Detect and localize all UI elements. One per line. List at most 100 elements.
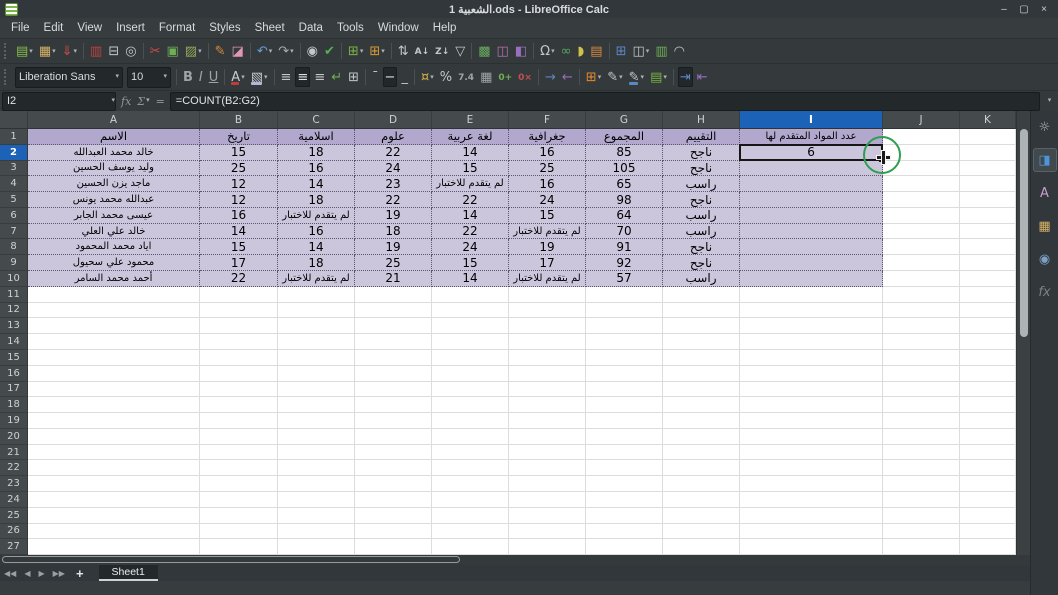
cell-F4[interactable]: 16 — [509, 176, 586, 192]
cell-A9[interactable]: محمود علي سحيول — [28, 255, 200, 271]
formula-button[interactable]: = — [153, 92, 168, 110]
cell-E4[interactable]: لم يتقدم للاختبار — [432, 176, 509, 192]
menu-edit[interactable]: Edit — [37, 20, 71, 36]
cell-E27[interactable] — [432, 539, 509, 555]
cell-B25[interactable] — [200, 508, 278, 524]
cell-D16[interactable] — [355, 366, 432, 382]
cell-I11[interactable] — [740, 287, 883, 303]
cell-B20[interactable] — [200, 429, 278, 445]
cell-F13[interactable] — [509, 318, 586, 334]
row-header-19[interactable]: 19 — [0, 413, 28, 429]
cell-J9[interactable] — [883, 255, 960, 271]
row-header-2[interactable]: 2 — [0, 145, 28, 161]
cell-H21[interactable] — [663, 445, 740, 461]
insert-comment-button[interactable]: ◗ — [575, 41, 586, 61]
cut-button[interactable]: ✂ — [148, 41, 163, 61]
row-header-11[interactable]: 11 — [0, 287, 28, 303]
cell-B1[interactable]: تاريخ — [200, 129, 278, 145]
cell-J5[interactable] — [883, 192, 960, 208]
cell-E8[interactable]: 24 — [432, 239, 509, 255]
wrap-text-button[interactable]: ↵ — [329, 67, 344, 87]
add-sheet-button[interactable]: + — [69, 566, 91, 581]
cell-G14[interactable] — [586, 334, 663, 350]
cell-J6[interactable] — [883, 208, 960, 224]
cell-D7[interactable]: 18 — [355, 224, 432, 240]
cell-reference-input[interactable] — [3, 95, 110, 107]
cell-F22[interactable] — [509, 460, 586, 476]
cell-G16[interactable] — [586, 366, 663, 382]
cell-G18[interactable] — [586, 397, 663, 413]
align-right-button[interactable]: ≡ — [312, 67, 327, 87]
cell-E13[interactable] — [432, 318, 509, 334]
cell-F17[interactable] — [509, 382, 586, 398]
cell-K24[interactable] — [960, 492, 1016, 508]
formula-input[interactable] — [170, 92, 1040, 111]
cell-E1[interactable]: لغة عربية — [432, 129, 509, 145]
cell-I23[interactable] — [740, 476, 883, 492]
format-as-number-button[interactable]: 7.4 — [456, 67, 476, 87]
cell-K2[interactable] — [960, 145, 1016, 161]
italic-button[interactable]: I — [197, 67, 205, 87]
cell-D12[interactable] — [355, 303, 432, 319]
format-as-percent-button[interactable]: % — [438, 67, 454, 87]
cell-G22[interactable] — [586, 460, 663, 476]
cell-C25[interactable] — [278, 508, 355, 524]
cell-I24[interactable] — [740, 492, 883, 508]
cell-D9[interactable]: 25 — [355, 255, 432, 271]
cell-E25[interactable] — [432, 508, 509, 524]
row-header-23[interactable]: 23 — [0, 476, 28, 492]
export-as-pdf-button[interactable]: ▥ — [88, 41, 104, 61]
cell-G8[interactable]: 91 — [586, 239, 663, 255]
cell-C27[interactable] — [278, 539, 355, 555]
cell-F25[interactable] — [509, 508, 586, 524]
cell-J4[interactable] — [883, 176, 960, 192]
insert-special-characters-button[interactable]: Ω▾ — [538, 41, 556, 61]
headers-and-footers-button[interactable]: ▤ — [588, 41, 604, 61]
row-header-10[interactable]: 10 — [0, 271, 28, 287]
cell-B26[interactable] — [200, 524, 278, 540]
cell-C18[interactable] — [278, 397, 355, 413]
cell-J3[interactable] — [883, 161, 960, 177]
cell-E24[interactable] — [432, 492, 509, 508]
cell-A10[interactable]: أحمد محمد السامر — [28, 271, 200, 287]
menu-data[interactable]: Data — [292, 20, 330, 36]
cell-A23[interactable] — [28, 476, 200, 492]
cell-G15[interactable] — [586, 350, 663, 366]
insert-chart-button[interactable]: ◫ — [495, 41, 511, 61]
select-all-corner[interactable] — [0, 111, 28, 129]
cell-B5[interactable]: 12 — [200, 192, 278, 208]
cell-F12[interactable] — [509, 303, 586, 319]
cell-C11[interactable] — [278, 287, 355, 303]
row-header-12[interactable]: 12 — [0, 303, 28, 319]
cell-J24[interactable] — [883, 492, 960, 508]
cell-D27[interactable] — [355, 539, 432, 555]
cell-E5[interactable]: 22 — [432, 192, 509, 208]
cell-K19[interactable] — [960, 413, 1016, 429]
cell-K27[interactable] — [960, 539, 1016, 555]
column-button[interactable]: ⊞▾ — [367, 41, 386, 61]
clone-formatting-button[interactable]: ✎ — [213, 41, 228, 61]
cell-K16[interactable] — [960, 366, 1016, 382]
cell-F6[interactable]: 15 — [509, 208, 586, 224]
cell-E16[interactable] — [432, 366, 509, 382]
cell-C22[interactable] — [278, 460, 355, 476]
cell-B15[interactable] — [200, 350, 278, 366]
cell-A16[interactable] — [28, 366, 200, 382]
cell-I6[interactable] — [740, 208, 883, 224]
cell-G3[interactable]: 105 — [586, 161, 663, 177]
cell-K15[interactable] — [960, 350, 1016, 366]
menu-sheet[interactable]: Sheet — [248, 20, 292, 36]
cell-D22[interactable] — [355, 460, 432, 476]
cell-A22[interactable] — [28, 460, 200, 476]
cell-H27[interactable] — [663, 539, 740, 555]
cell-G25[interactable] — [586, 508, 663, 524]
row-header-21[interactable]: 21 — [0, 445, 28, 461]
center-vertically-button[interactable]: − — [383, 67, 398, 87]
cell-F23[interactable] — [509, 476, 586, 492]
row-header-8[interactable]: 8 — [0, 239, 28, 255]
cell-E21[interactable] — [432, 445, 509, 461]
cell-I17[interactable] — [740, 382, 883, 398]
clear-formatting-button[interactable]: ◪ — [230, 41, 246, 61]
cell-K8[interactable] — [960, 239, 1016, 255]
minimize-button[interactable]: – — [996, 2, 1012, 16]
